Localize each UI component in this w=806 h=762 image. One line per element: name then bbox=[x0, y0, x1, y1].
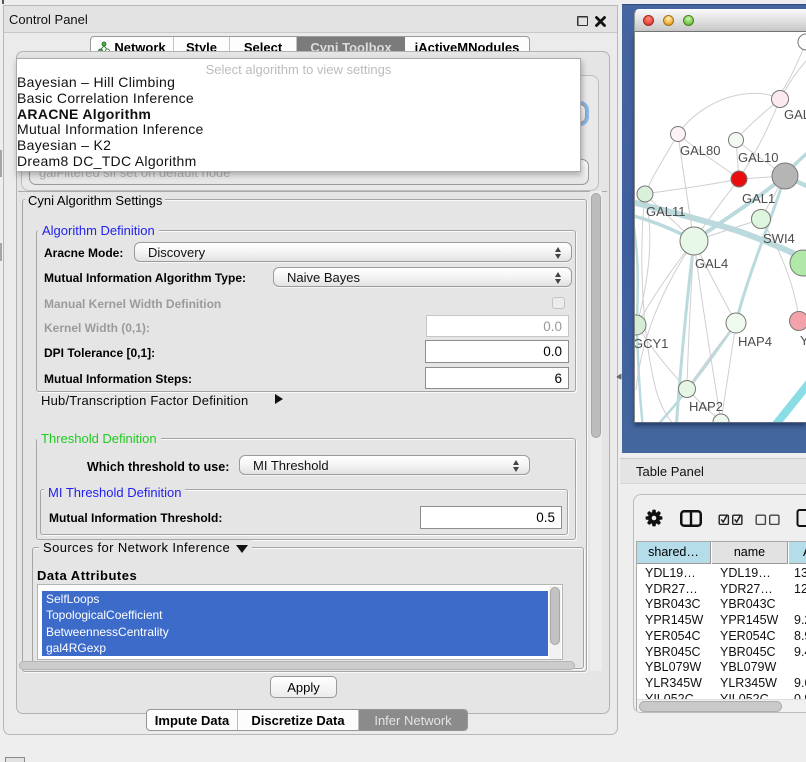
svg-text:HAP2: HAP2 bbox=[689, 399, 723, 414]
svg-text:HAP4: HAP4 bbox=[738, 334, 772, 349]
svg-text:Y: Y bbox=[800, 333, 806, 348]
svg-text:GCY1: GCY1 bbox=[635, 336, 668, 351]
svg-text:GAL11: GAL11 bbox=[646, 204, 686, 219]
svg-text:GAL80: GAL80 bbox=[680, 143, 720, 158]
svg-text:GAL10: GAL10 bbox=[738, 150, 778, 165]
svg-text:GAL1: GAL1 bbox=[742, 191, 775, 206]
svg-text:SWI4: SWI4 bbox=[763, 231, 795, 246]
svg-text:GAL: GAL bbox=[784, 107, 806, 122]
svg-text:GAL4: GAL4 bbox=[695, 256, 728, 271]
